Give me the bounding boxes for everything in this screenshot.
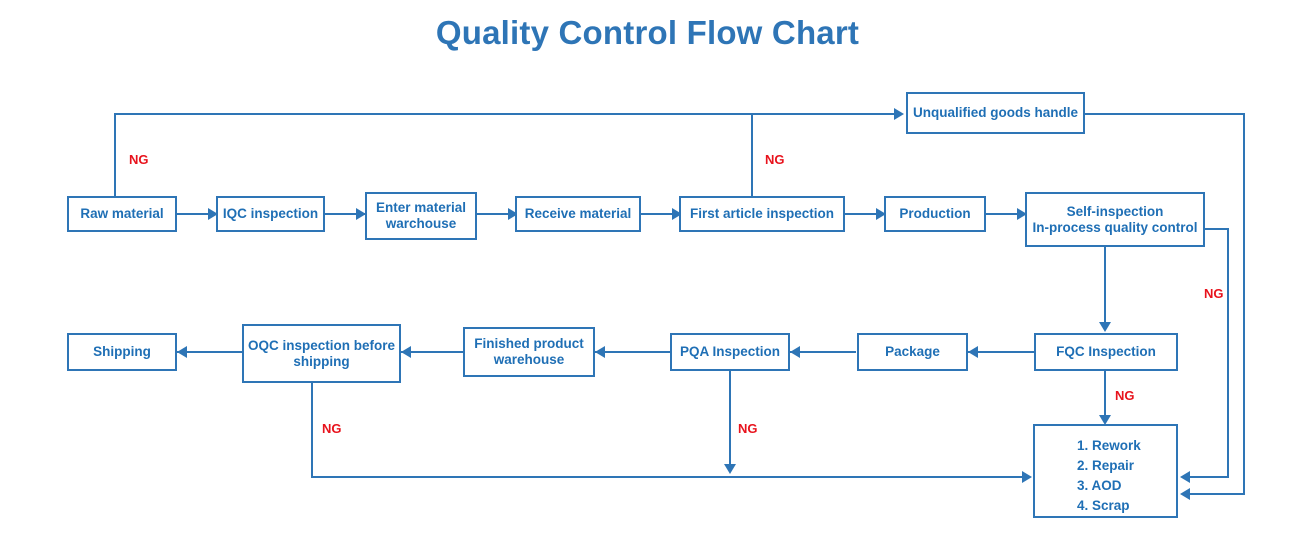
node-fqc-inspection[interactable]: FQC Inspection [1034,333,1178,371]
node-oqc-inspection-label: OQC inspection before shipping [247,337,396,369]
node-receive-material-label: Receive material [524,206,632,221]
connector-iqc-ng-vertical [114,114,116,196]
node-pqa-inspection-label: PQA Inspection [679,344,780,359]
node-shipping-label: Shipping [93,344,151,359]
arrow-finished-to-oqc [401,346,411,358]
node-unqualified-goods-handle[interactable]: Unqualified goods handle [906,92,1085,134]
node-package[interactable]: Package [857,333,968,371]
ng-label-pqa: NG [738,421,758,436]
connector-bottom-return-horizontal [311,476,1023,478]
node-self-inspection-label: Self-inspection In-process quality contr… [1032,203,1198,235]
node-oqc-inspection[interactable]: OQC inspection before shipping [242,324,401,383]
arrow-bottom-return-into-rework [1022,471,1032,483]
node-enter-material-warehouse[interactable]: Enter material warchouse [365,192,477,240]
connector-self-inspection-ng-horizontal [1205,228,1229,230]
connector-unqualified-to-rework-horizontal [1190,493,1245,495]
arrow-unqualified-into-rework [1180,488,1190,500]
connector-first-article-ng-vertical [751,114,753,196]
node-raw-material[interactable]: Raw material [67,196,177,232]
node-unqualified-goods-handle-label: Unqualified goods handle [913,105,1078,120]
arrow-package-to-pqa [790,346,800,358]
connector-fqc-ng-vertical [1104,371,1106,419]
ng-label-self-inspection: NG [1204,286,1224,301]
ng-label-oqc: NG [322,421,342,436]
arrow-pqa-ng-down [724,464,736,474]
node-pqa-inspection[interactable]: PQA Inspection [670,333,790,371]
node-iqc-inspection[interactable]: IQC inspection [216,196,325,232]
connector-self-inspection-ng-into-rework [1190,476,1229,478]
node-finished-product-warehouse-label: Finished product warehouse [474,336,584,367]
node-production-label: Production [899,206,971,221]
connector-oqc-ng-vertical [311,383,313,477]
node-finished-product-warehouse[interactable]: Finished product warehouse [463,327,595,377]
node-fqc-inspection-label: FQC Inspection [1056,344,1156,359]
node-raw-material-label: Raw material [80,206,164,221]
node-enter-material-warehouse-label: Enter material warchouse [375,200,467,231]
ng-label-first-article: NG [765,152,785,167]
node-receive-material[interactable]: Receive material [515,196,641,232]
connector-unqualified-right-vertical [1243,113,1245,494]
connector-unqualified-out-horizontal [1085,113,1245,115]
node-self-inspection[interactable]: Self-inspection In-process quality contr… [1025,192,1205,247]
node-iqc-inspection-label: IQC inspection [222,206,319,221]
arrow-into-unqualified-goods [894,108,904,120]
node-rework-options[interactable]: 1. Rework 2. Repair 3. AOD 4. Scrap [1033,424,1178,518]
connector-ng-top-horizontal [114,113,894,115]
flowchart-canvas: Quality Control Flow Chart NG NG NG NG N… [0,0,1295,542]
arrow-self-inspection-to-fqc [1099,322,1111,332]
node-shipping[interactable]: Shipping [67,333,177,371]
node-first-article-inspection-label: First article inspection [689,206,835,221]
arrow-fqc-to-package [968,346,978,358]
node-package-label: Package [885,344,940,359]
node-first-article-inspection[interactable]: First article inspection [679,196,845,232]
connector-pqa-ng-vertical [729,371,731,467]
arrow-self-inspection-ng-into-rework [1180,471,1190,483]
connector-self-inspection-ng-vertical [1227,228,1229,477]
node-production[interactable]: Production [884,196,986,232]
node-rework-options-label: 1. Rework 2. Repair 3. AOD 4. Scrap [1077,438,1141,513]
arrow-oqc-to-shipping [177,346,187,358]
page-title: Quality Control Flow Chart [435,14,860,51]
ng-label-iqc: NG [129,152,149,167]
connector-pqa-to-finished [595,351,670,353]
ng-label-fqc: NG [1115,388,1135,403]
arrow-pqa-to-finished [595,346,605,358]
connector-self-inspection-to-fqc [1104,247,1106,325]
